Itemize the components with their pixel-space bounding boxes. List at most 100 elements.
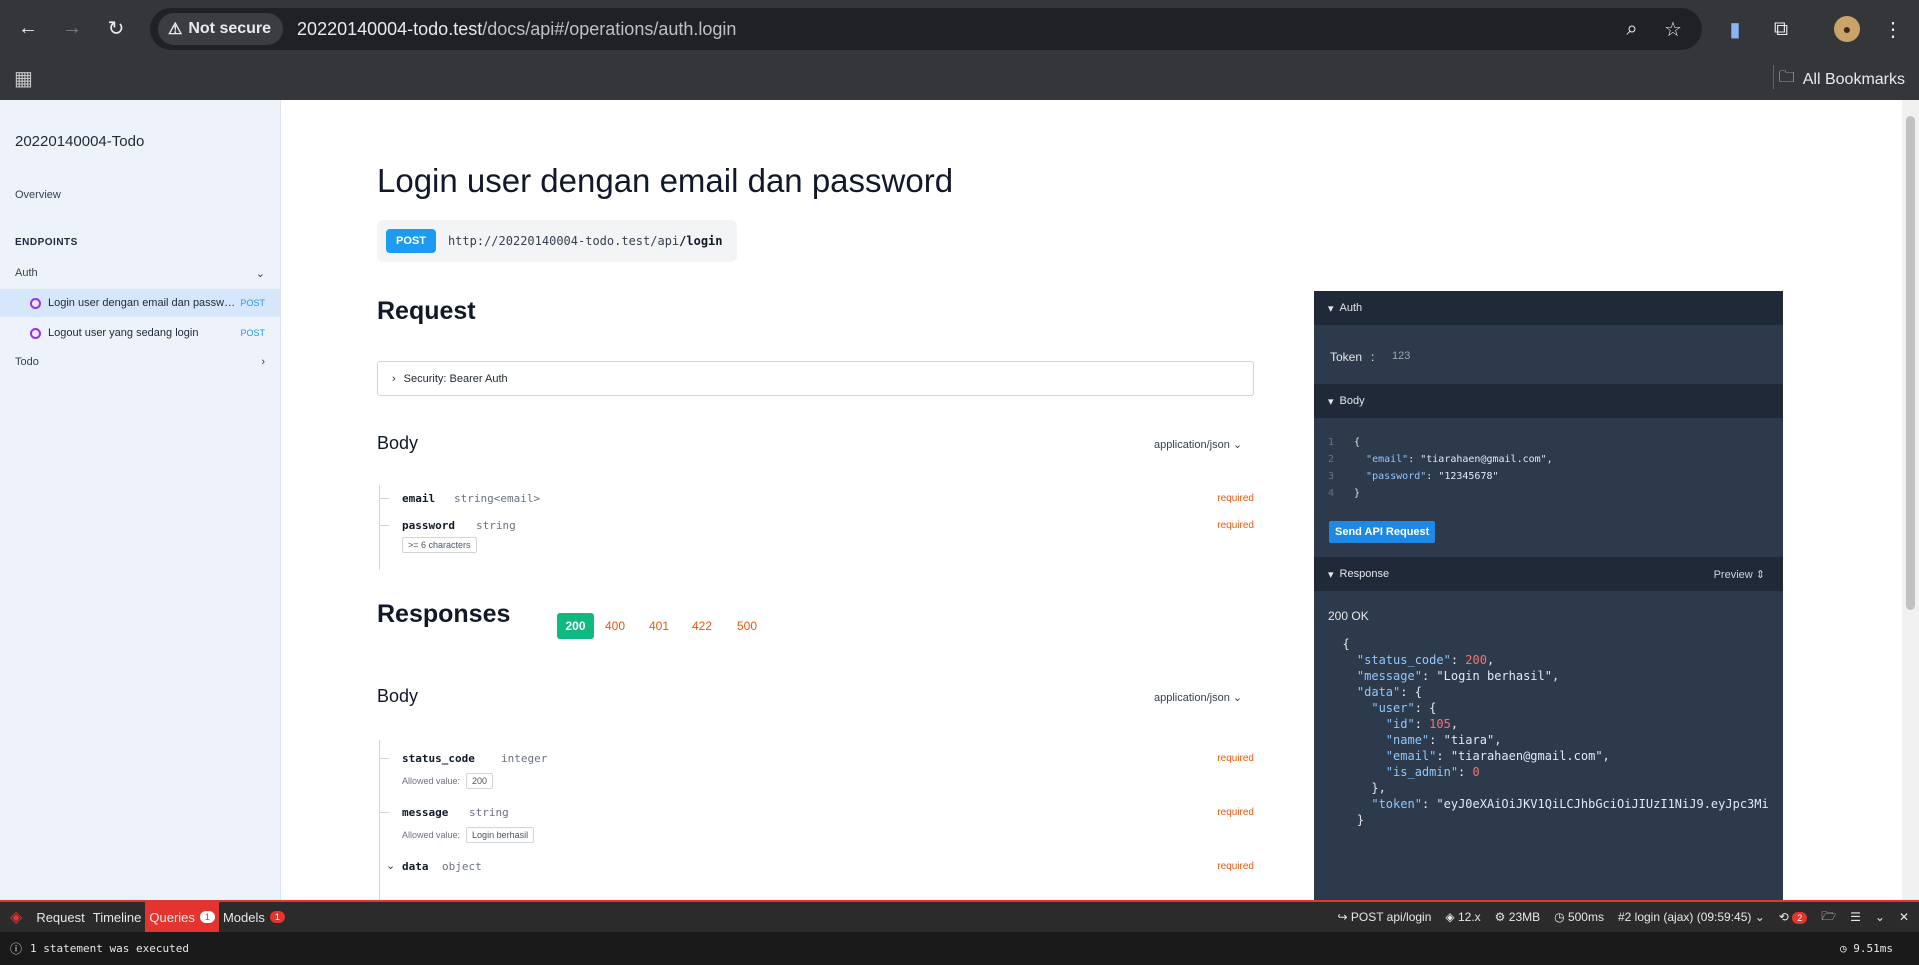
share-icon: ↪	[1337, 910, 1348, 924]
laravel-icon: ◈	[1445, 910, 1455, 924]
send-api-request-button[interactable]: Send API Request	[1329, 521, 1436, 543]
main-content: Login user dengan email dan password POS…	[282, 100, 1899, 900]
back-arrow-icon[interactable]: ←	[14, 14, 42, 42]
response-tab-500[interactable]: 500	[732, 613, 762, 639]
content-type-select[interactable]: application/json ⌄	[1154, 438, 1242, 451]
operation-dot-icon	[30, 327, 41, 339]
statement-count: 1 statement was executed	[30, 942, 189, 955]
response-tab-400[interactable]: 400	[600, 613, 630, 639]
response-code-line: "token": "eyJ0eXAiOiJKV1QiLCJhbGciOiJIUz…	[1371, 797, 1769, 811]
debugbar-tab-queries[interactable]: Queries 1	[145, 902, 219, 932]
body-code-line[interactable]: 4}	[1328, 488, 1360, 499]
request-select[interactable]: #2 login (ajax) (09:59:45) ⌄	[1618, 910, 1765, 924]
memory-indicator[interactable]: ⚙ 23MB	[1495, 910, 1540, 924]
response-section-header[interactable]: ▾ Response Preview ⇕	[1314, 557, 1783, 591]
required-label: required	[1217, 493, 1254, 504]
star-icon[interactable]: ☆	[1660, 16, 1686, 42]
sidebar-group-todo[interactable]: Todo ›	[15, 356, 265, 368]
all-bookmarks-button[interactable]: 🗀 All Bookmarks	[1779, 66, 1905, 93]
token-separator: :	[1371, 350, 1375, 364]
field-name: password	[402, 519, 455, 532]
field-constraint: >= 6 characters	[402, 537, 477, 553]
body-code-line[interactable]: 2 "email": "tiarahaen@gmail.com",	[1328, 454, 1553, 465]
response-tab-401[interactable]: 401	[644, 613, 674, 639]
security-chip[interactable]: ⚠ Not secure	[158, 13, 284, 45]
chevron-down-icon[interactable]: ⌄	[386, 859, 395, 872]
folder-open-icon[interactable]: 🗁	[1821, 907, 1836, 928]
field-name: message	[402, 806, 449, 819]
response-status: 200 OK	[1328, 609, 1369, 623]
response-code-line: "user": {	[1371, 701, 1437, 715]
field-type: string	[469, 806, 509, 819]
field-type: object	[442, 860, 482, 873]
close-icon[interactable]: ✕	[1899, 910, 1909, 924]
clock-icon: ◷	[1840, 942, 1847, 955]
project-title[interactable]: 20220140004-Todo	[15, 133, 144, 150]
time-indicator[interactable]: ◷ 500ms	[1554, 910, 1604, 924]
response-code-line: }	[1356, 813, 1365, 827]
tab-search-icon[interactable]: ▮	[1722, 16, 1748, 42]
tree-tick	[379, 525, 389, 526]
response-code-line: "status_code": 200,	[1356, 653, 1495, 667]
request-heading: Request	[377, 297, 476, 325]
chevron-right-icon: ›	[261, 356, 265, 368]
required-label: required	[1217, 753, 1254, 764]
scrollbar-thumb[interactable]	[1906, 116, 1915, 610]
response-code-line: "id": 105,	[1385, 717, 1459, 731]
security-accordion[interactable]: › Security: Bearer Auth	[377, 361, 1254, 396]
info-icon: ⓘ	[10, 942, 23, 956]
zoom-icon[interactable]: ⌕	[1619, 16, 1645, 42]
field-type: string<email>	[454, 492, 541, 505]
debugbar-status-row: ⓘ 1 statement was executed ◷ 9.51ms	[0, 932, 1919, 965]
response-code-line: "message": "Login berhasil",	[1356, 669, 1560, 683]
preview-select[interactable]: Preview ⇕	[1714, 568, 1765, 581]
page-scrollbar[interactable]	[1902, 100, 1919, 900]
url-text: 20220140004-todo.test/docs/api#/operatio…	[297, 18, 737, 39]
body-code-line[interactable]: 1{	[1328, 437, 1360, 448]
endpoint-url-box[interactable]: POST http://20220140004-todo.test/api/lo…	[377, 220, 737, 262]
history-button[interactable]: ⟲ 2	[1778, 910, 1808, 924]
response-tab-422[interactable]: 422	[687, 613, 717, 639]
required-label: required	[1217, 807, 1254, 818]
auth-section-header[interactable]: ▾ Auth	[1314, 291, 1783, 325]
docs-sidebar: 20220140004-Todo Overview ENDPOINTS Auth…	[0, 100, 281, 900]
tree-line	[379, 740, 380, 900]
version-indicator[interactable]: ◈ 12.x	[1445, 910, 1480, 924]
settings-sliders-icon[interactable]: ☰	[1850, 910, 1861, 924]
profile-avatar[interactable]: ●	[1834, 16, 1860, 42]
sidebar-item-overview[interactable]: Overview	[15, 189, 61, 201]
field-name[interactable]: data	[402, 860, 429, 873]
minimize-icon[interactable]: ⌄	[1875, 910, 1885, 924]
forward-arrow-icon[interactable]: →	[58, 14, 86, 42]
history-icon: ⟲	[1778, 910, 1789, 924]
chevron-down-icon: ⌄	[1232, 692, 1243, 704]
folder-icon: 🗀	[1778, 69, 1795, 86]
try-it-panel: ▾ Auth Token : 123 ▾ Body 1{ 2 "email": "t…	[1314, 291, 1783, 900]
debugbar-tab-request[interactable]: Request	[32, 902, 88, 932]
body-heading: Body	[377, 433, 419, 453]
chevron-right-icon: ›	[392, 372, 396, 385]
response-content-type-select[interactable]: application/json ⌄	[1154, 691, 1242, 704]
page-title: Login user dengan email dan password	[377, 162, 954, 199]
cogs-icon: ⚙	[1494, 910, 1506, 924]
response-tab-200[interactable]: 200	[557, 613, 594, 639]
debugbar-tab-timeline[interactable]: Timeline	[89, 902, 146, 932]
caret-down-icon: ▾	[1328, 302, 1334, 315]
sidebar-item-login[interactable]: Login user dengan email dan password POS…	[0, 289, 280, 317]
sidebar-group-auth[interactable]: Auth ⌄	[15, 267, 265, 280]
menu-kebab-icon[interactable]: ⋮	[1880, 16, 1906, 42]
address-bar[interactable]: ⚠ Not secure 20220140004-todo.test/docs/…	[150, 8, 1702, 50]
response-code-line: "email": "tiarahaen@gmail.com",	[1385, 749, 1610, 763]
extensions-icon[interactable]: ⧉	[1768, 16, 1794, 42]
debugbar-tab-models[interactable]: Models 1	[219, 902, 289, 932]
body-section-header[interactable]: ▾ Body	[1314, 384, 1783, 418]
tree-tick	[379, 758, 389, 759]
response-code-line: "name": "tiara",	[1385, 733, 1502, 747]
laravel-logo-icon[interactable]: ◈	[10, 907, 22, 927]
token-input[interactable]: 123	[1392, 350, 1410, 362]
sidebar-item-logout[interactable]: Logout user yang sedang login POST	[0, 319, 280, 347]
apps-grid-icon[interactable]: ▦	[14, 66, 33, 91]
body-code-line[interactable]: 3 "password": "12345678"	[1328, 471, 1499, 482]
route-indicator[interactable]: ↪ POST api/login	[1337, 910, 1431, 924]
reload-icon[interactable]: ↻	[102, 14, 130, 42]
